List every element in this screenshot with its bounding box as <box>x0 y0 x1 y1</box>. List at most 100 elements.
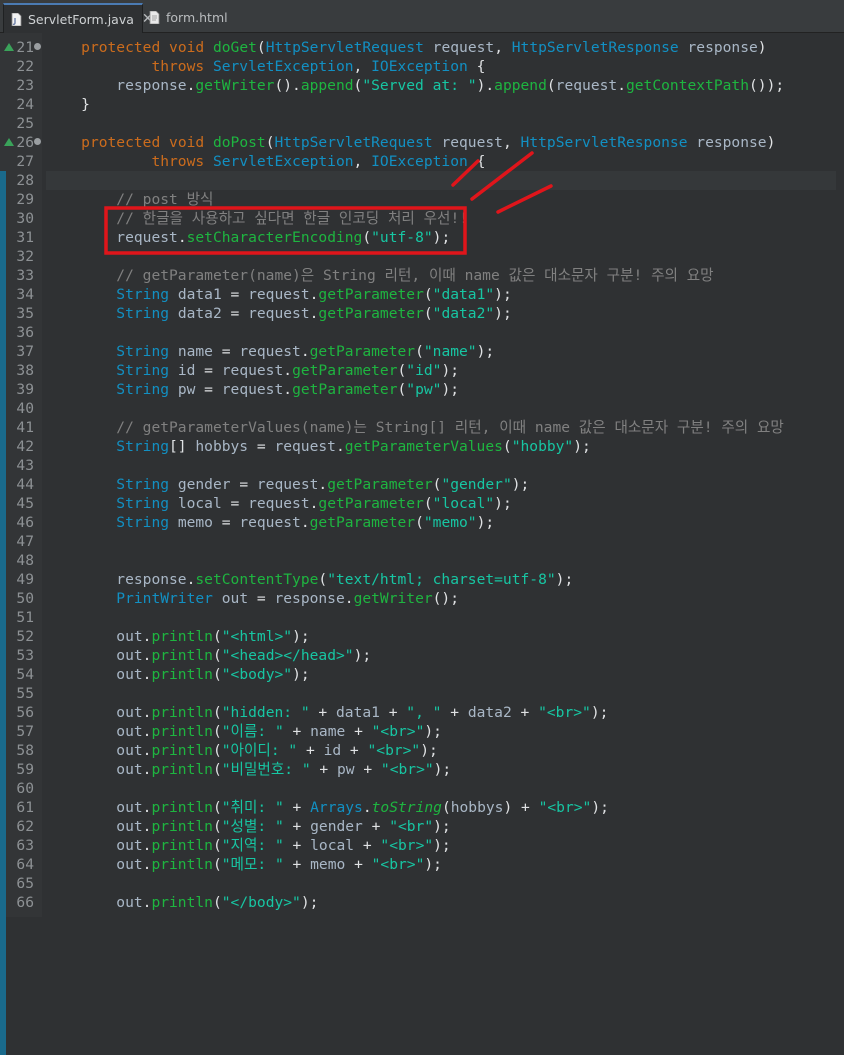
code-token: request <box>256 476 319 493</box>
code-token: "<br>" <box>367 742 421 759</box>
code-token: "취미: " <box>221 799 284 816</box>
code-token: println <box>151 837 213 854</box>
code-token: getParameter <box>327 476 433 493</box>
code-token: = <box>212 514 240 531</box>
code-line[interactable]: protected void doPost(HttpServletRequest… <box>46 133 775 152</box>
code-line[interactable]: String pw = request.getParameter("pw"); <box>46 380 459 399</box>
code-token: request <box>441 134 503 151</box>
code-token: + <box>362 818 390 835</box>
code-token: ); <box>494 495 512 512</box>
code-line[interactable]: String id = request.getParameter("id"); <box>46 361 459 380</box>
code-token: ( <box>362 229 372 246</box>
code-token: + <box>297 742 324 759</box>
code-line[interactable]: // getParameterValues(name)는 String[] 리턴… <box>46 418 784 437</box>
code-line[interactable]: out.println("<head></head>"); <box>46 646 371 665</box>
code-token: println <box>151 856 213 873</box>
code-token: + <box>283 818 311 835</box>
code-line[interactable]: out.println("<body>"); <box>46 665 309 684</box>
code-line[interactable]: String name = request.getParameter("name… <box>46 342 494 361</box>
code-token: ( <box>212 761 222 778</box>
code-token: data2 <box>467 704 512 721</box>
tab-servletform-java[interactable]: ServletForm.java ✕ <box>3 3 154 33</box>
tab-form-html[interactable]: form.html <box>142 3 260 31</box>
fold-toggle-icon[interactable] <box>34 138 41 145</box>
code-token: ); <box>420 742 438 759</box>
code-line[interactable]: // post 방식 <box>46 190 213 209</box>
code-line[interactable]: } <box>46 95 90 114</box>
code-line[interactable]: request.setCharacterEncoding("utf-8"); <box>46 228 450 247</box>
code-line[interactable]: String data1 = request.getParameter("dat… <box>46 285 511 304</box>
code-line[interactable]: // getParameter(name)은 String 리턴, 이때 nam… <box>46 266 713 285</box>
code-token: "아이디: " <box>221 742 298 759</box>
code-line[interactable]: out.println("<html>"); <box>46 627 309 646</box>
code-token: protected <box>81 134 161 151</box>
code-token: hobbys <box>450 799 504 816</box>
code-token: "지역: " <box>221 837 284 854</box>
annotation-strip <box>0 171 6 1055</box>
code-token: getWriter <box>195 77 275 94</box>
code-token: = <box>248 590 275 607</box>
code-token: (). <box>274 77 301 94</box>
code-line[interactable]: String[] hobbys = request.getParameterVa… <box>46 437 591 456</box>
code-line[interactable]: out.println("이름: " + name + "<br>"); <box>46 722 442 741</box>
code-token: void <box>169 39 205 56</box>
code-line[interactable]: response.setContentType("text/html; char… <box>46 570 573 589</box>
code-token: request <box>555 77 618 94</box>
code-line[interactable]: throws ServletException, IOException { <box>46 57 485 76</box>
code-line[interactable]: out.println("</body>"); <box>46 893 318 912</box>
code-token: "</body>" <box>221 894 301 911</box>
code-token: protected <box>81 39 161 56</box>
code-token: doGet <box>212 39 257 56</box>
code-line[interactable]: out.println("비밀번호: " + pw + "<br>"); <box>46 760 451 779</box>
code-line[interactable]: out.println("hidden: " + data1 + ", " + … <box>46 703 608 722</box>
code-line[interactable]: PrintWriter out = response.getWriter(); <box>46 589 459 608</box>
code-token: "data2" <box>432 305 495 322</box>
code-area[interactable]: protected void doGet(HttpServletRequest … <box>46 33 836 917</box>
editor-tab-bar: ServletForm.java ✕ form.html <box>0 0 844 33</box>
code-line[interactable]: out.println("메모: " + memo + "<br>"); <box>46 855 442 874</box>
vertical-scrollbar[interactable] <box>836 33 844 917</box>
code-token: ", " <box>406 704 442 721</box>
code-line[interactable]: out.println("아이디: " + id + "<br>"); <box>46 741 438 760</box>
code-token: . <box>300 514 310 531</box>
code-line[interactable]: out.println("지역: " + local + "<br>"); <box>46 836 450 855</box>
code-token: "hobby" <box>511 438 574 455</box>
code-line[interactable]: protected void doGet(HttpServletRequest … <box>46 38 766 57</box>
code-line[interactable]: response.getWriter().append("Served at: … <box>46 76 784 95</box>
code-line[interactable]: String gender = request.getParameter("ge… <box>46 475 529 494</box>
code-token: "gender" <box>441 476 512 493</box>
fold-toggle-icon[interactable] <box>34 43 41 50</box>
code-token: ( <box>318 571 328 588</box>
code-token: IOException <box>371 58 468 75</box>
code-line[interactable]: String local = request.getParameter("loc… <box>46 494 512 513</box>
code-token: "local" <box>432 495 495 512</box>
code-token: ); <box>433 818 451 835</box>
code-token: "메모: " <box>221 856 284 873</box>
code-line[interactable]: out.println("성별: " + gender + "<br"); <box>46 817 451 836</box>
code-token: local <box>310 837 355 854</box>
code-line[interactable]: String memo = request.getParameter("memo… <box>46 513 494 532</box>
code-line[interactable]: // 한글을 사용하고 싶다면 한글 인코딩 처리 우선!! <box>46 209 468 228</box>
code-line[interactable]: throws ServletException, IOException { <box>46 152 485 171</box>
code-editor[interactable]: 21 22 23 24 25 26 27 28 29 30 31 32 33 34 35 36 37 38 39 40… <box>0 33 844 1055</box>
code-token: "utf-8" <box>371 229 433 246</box>
code-line[interactable]: String data2 = request.getParameter("dat… <box>46 304 511 323</box>
code-line[interactable]: out.println("취미: " + Arrays.toString(hob… <box>46 798 609 817</box>
code-token: append <box>300 77 354 94</box>
